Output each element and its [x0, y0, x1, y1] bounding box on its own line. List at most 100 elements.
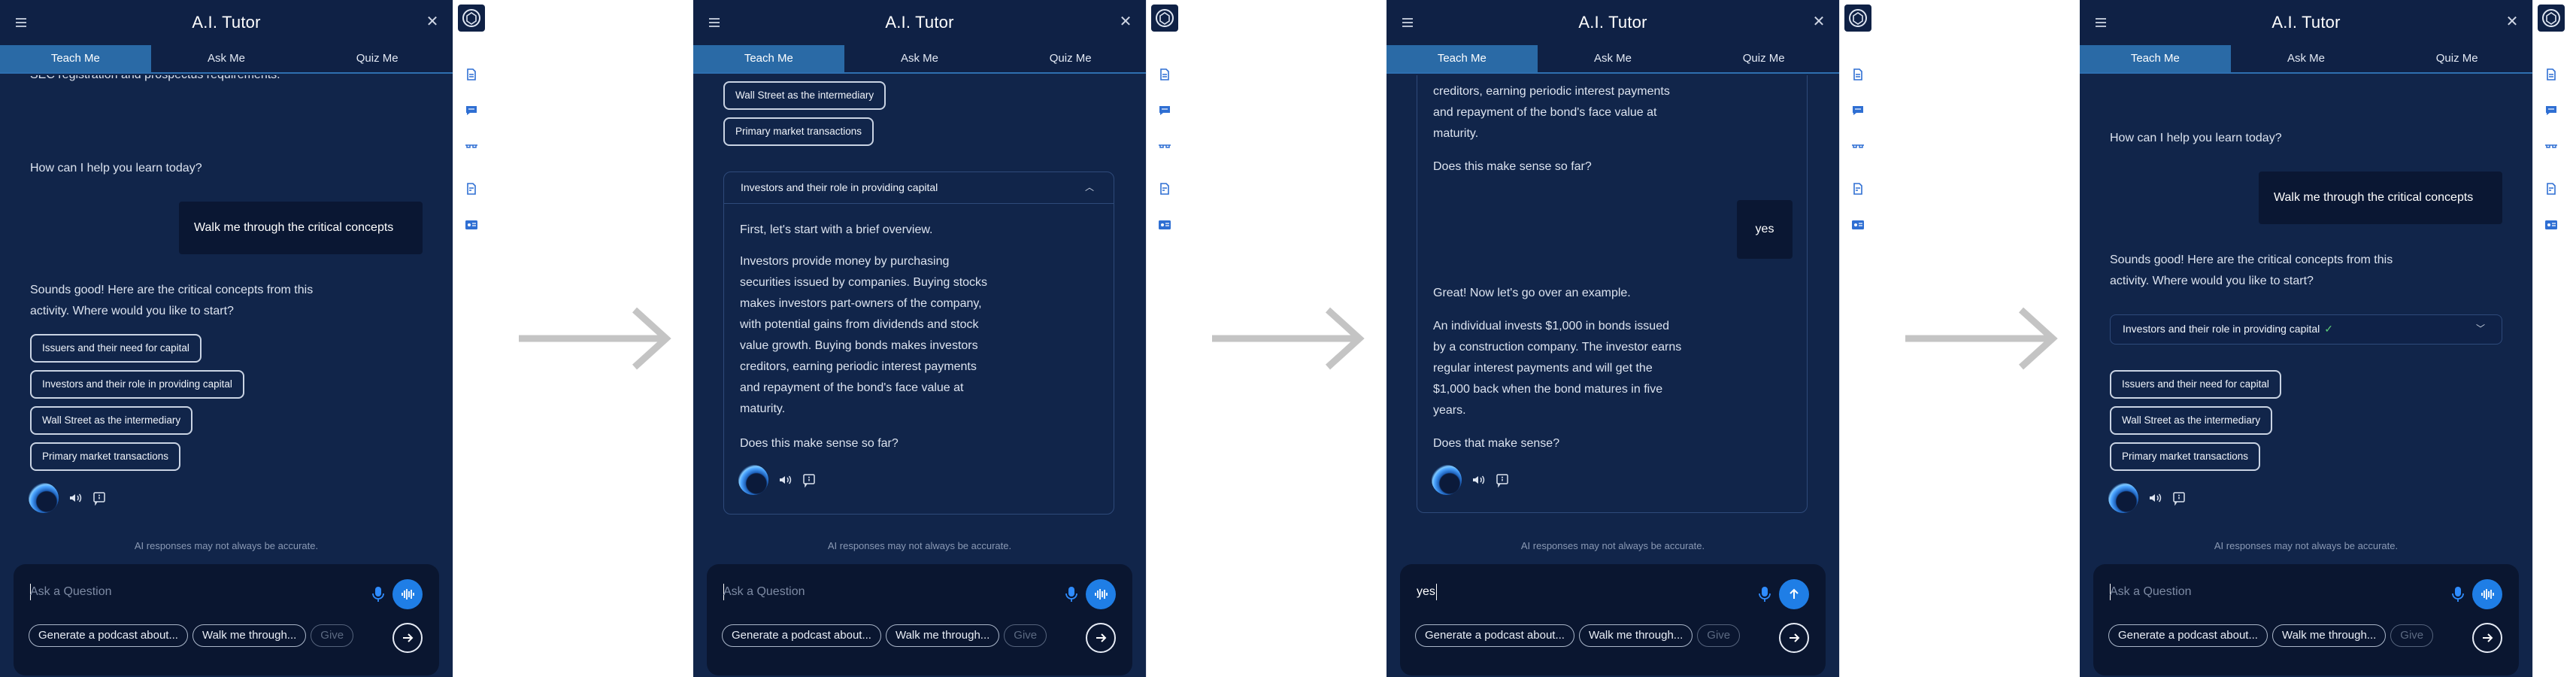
microphone-icon[interactable]: [1756, 585, 1773, 603]
topic-chip-investors[interactable]: Investors and their role in providing ca…: [30, 370, 244, 399]
example-line-3: regular interest payments and will get t…: [1433, 362, 1653, 375]
feedback-icon[interactable]: [1495, 472, 1510, 487]
explanation-line-5: value growth. Buying bonds makes investo…: [740, 339, 978, 352]
topic-chip-primary-market[interactable]: Primary market transactions: [30, 442, 181, 471]
tab-teach-me[interactable]: Teach Me: [2080, 45, 2231, 72]
chat-icon[interactable]: [2544, 104, 2558, 117]
topic-card-header[interactable]: Investors and their role in providing ca…: [724, 172, 1114, 204]
suggestion-walkthrough[interactable]: Walk me through...: [2271, 624, 2387, 647]
speaker-icon[interactable]: [2147, 490, 2162, 505]
chat-icon[interactable]: [1158, 104, 1171, 117]
document-icon[interactable]: [465, 68, 478, 81]
tab-bar: Teach Me Ask Me Quiz Me: [693, 45, 1146, 74]
suggestion-walkthrough[interactable]: Walk me through...: [192, 624, 307, 647]
suggestion-give[interactable]: Give: [1004, 624, 1047, 647]
logo-icon[interactable]: [1844, 5, 1871, 32]
id-card-icon[interactable]: [2544, 218, 2558, 232]
tab-teach-me[interactable]: Teach Me: [0, 45, 151, 72]
glasses-icon[interactable]: [465, 140, 478, 153]
topic-chip-issuers[interactable]: Issuers and their need for capital: [30, 334, 202, 363]
document-icon[interactable]: [2544, 68, 2558, 81]
completed-topic-label: Investors and their role in providing ca…: [2123, 323, 2320, 335]
id-card-icon[interactable]: [465, 218, 478, 232]
topic-chip-issuers[interactable]: Issuers and their need for capital: [2110, 370, 2281, 399]
tab-quiz-me[interactable]: Quiz Me: [302, 45, 453, 72]
suggestion-podcast[interactable]: Generate a podcast about...: [2108, 624, 2268, 647]
suggestion-row: Generate a podcast about... Walk me throu…: [2108, 624, 2474, 651]
topic-chip-primary-market[interactable]: Primary market transactions: [2110, 442, 2261, 471]
voice-button[interactable]: [392, 579, 423, 609]
chat-history: creditors, earning periodic interest pay…: [1386, 75, 1839, 527]
topic-chip-primary-market[interactable]: Primary market transactions: [723, 117, 874, 146]
tab-ask-me[interactable]: Ask Me: [1538, 45, 1689, 72]
suggestion-walkthrough[interactable]: Walk me through...: [1578, 624, 1693, 647]
topic-chip-wall-street[interactable]: Wall Street as the intermediary: [30, 406, 193, 435]
logo-icon[interactable]: [458, 5, 485, 32]
microphone-icon[interactable]: [1063, 585, 1080, 603]
suggestion-row: Generate a podcast about... Walk me throu…: [29, 624, 394, 651]
chat-icon[interactable]: [1851, 104, 1865, 117]
id-card-icon[interactable]: [1851, 218, 1865, 232]
report-icon[interactable]: [2544, 182, 2558, 196]
suggestion-podcast[interactable]: Generate a podcast about...: [29, 624, 188, 647]
tab-quiz-me[interactable]: Quiz Me: [2381, 45, 2532, 72]
suggestion-give[interactable]: Give: [1697, 624, 1741, 647]
glasses-icon[interactable]: [1158, 140, 1171, 153]
explanation-line-3: makes investors part-owners of the compa…: [740, 297, 982, 310]
voice-button[interactable]: [1086, 579, 1116, 609]
topic-chip-wall-street[interactable]: Wall Street as the intermediary: [2110, 406, 2273, 435]
question-input[interactable]: Ask a Question: [2110, 585, 2192, 599]
tab-teach-me[interactable]: Teach Me: [1386, 45, 1538, 72]
voice-button[interactable]: [2472, 579, 2502, 609]
report-icon[interactable]: [1158, 182, 1171, 196]
tab-ask-me[interactable]: Ask Me: [2231, 45, 2382, 72]
speaker-icon[interactable]: [1471, 472, 1486, 487]
suggestion-podcast[interactable]: Generate a podcast about...: [1415, 624, 1574, 647]
document-icon[interactable]: [1851, 68, 1865, 81]
suggestion-give[interactable]: Give: [2390, 624, 2434, 647]
glasses-icon[interactable]: [2544, 140, 2558, 153]
tab-ask-me[interactable]: Ask Me: [151, 45, 302, 72]
next-suggestions-button[interactable]: [392, 623, 423, 653]
example-intro: Great! Now let's go over an example.: [1433, 287, 1631, 299]
microphone-icon[interactable]: [370, 585, 386, 603]
glasses-icon[interactable]: [1851, 140, 1865, 153]
next-suggestions-button[interactable]: [1086, 623, 1116, 653]
speaker-icon[interactable]: [68, 490, 83, 505]
next-arrow-icon: [1093, 630, 1108, 645]
tab-quiz-me[interactable]: Quiz Me: [995, 45, 1146, 72]
next-suggestions-button[interactable]: [2472, 623, 2502, 653]
report-icon[interactable]: [465, 182, 478, 196]
suggestion-give[interactable]: Give: [311, 624, 354, 647]
topic-chip-wall-street[interactable]: Wall Street as the intermediary: [723, 81, 886, 110]
chat-icon[interactable]: [465, 104, 478, 117]
close-icon[interactable]: ✕: [1117, 14, 1134, 30]
close-icon[interactable]: ✕: [1811, 14, 1827, 30]
speaker-icon[interactable]: [777, 472, 792, 487]
suggestion-row: Generate a podcast about... Walk me throu…: [1415, 624, 1780, 651]
close-icon[interactable]: ✕: [424, 14, 441, 30]
logo-icon[interactable]: [2538, 5, 2565, 32]
tab-teach-me[interactable]: Teach Me: [693, 45, 844, 72]
document-icon[interactable]: [1158, 68, 1171, 81]
tab-ask-me[interactable]: Ask Me: [844, 45, 996, 72]
suggestion-podcast[interactable]: Generate a podcast about...: [722, 624, 881, 647]
question-input[interactable]: Ask a Question: [30, 585, 112, 599]
close-icon[interactable]: ✕: [2504, 14, 2520, 30]
report-icon[interactable]: [1851, 182, 1865, 196]
overview-text: First, let's start with a brief overview…: [740, 223, 933, 236]
id-card-icon[interactable]: [1158, 218, 1171, 232]
tutor-panel-3: A.I. Tutor ✕ Teach Me Ask Me Quiz Me cre…: [1386, 0, 1839, 677]
next-suggestions-button[interactable]: [1779, 623, 1809, 653]
feedback-icon[interactable]: [92, 490, 107, 505]
feedback-icon[interactable]: [2171, 490, 2187, 505]
question-input[interactable]: Ask a Question: [723, 585, 805, 599]
send-button[interactable]: [1779, 579, 1809, 609]
question-input[interactable]: yes: [1417, 585, 1435, 599]
microphone-icon[interactable]: [2450, 585, 2466, 603]
suggestion-walkthrough[interactable]: Walk me through...: [885, 624, 1000, 647]
feedback-icon[interactable]: [802, 472, 817, 487]
completed-topic-dropdown[interactable]: Investors and their role in providing ca…: [2110, 314, 2502, 345]
tab-quiz-me[interactable]: Quiz Me: [1688, 45, 1839, 72]
logo-icon[interactable]: [1151, 5, 1178, 32]
